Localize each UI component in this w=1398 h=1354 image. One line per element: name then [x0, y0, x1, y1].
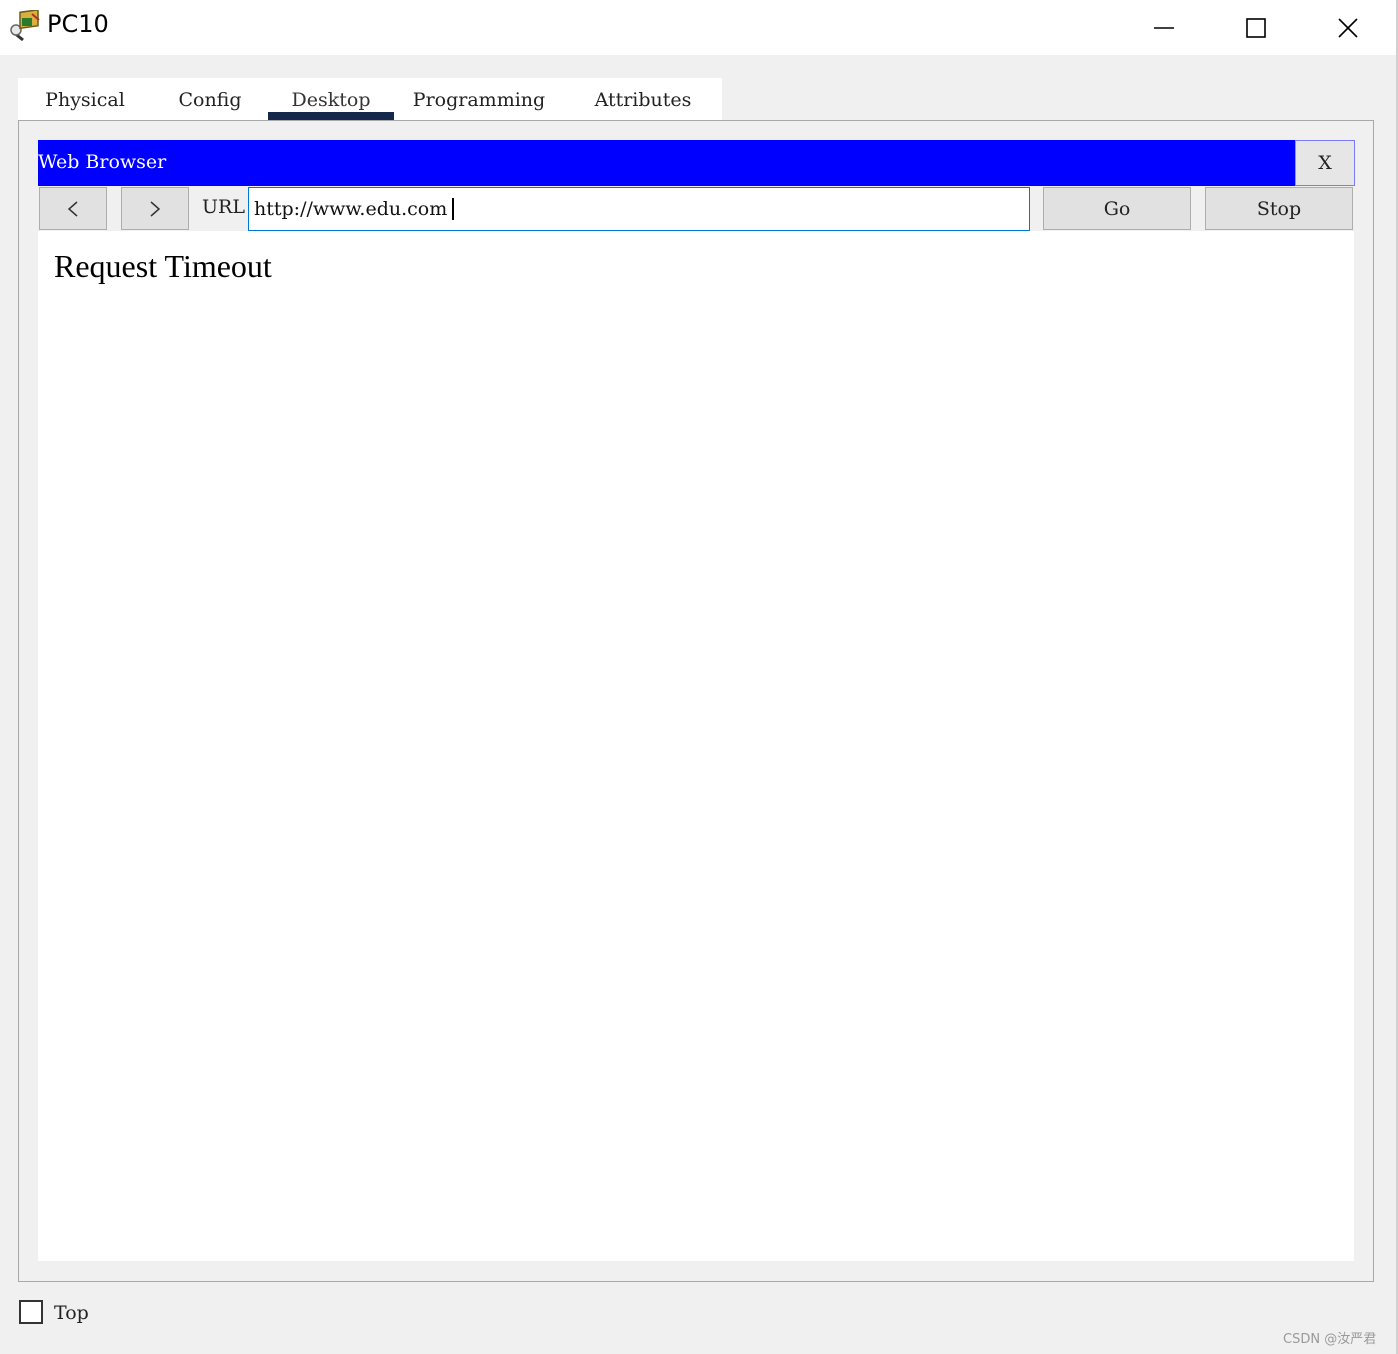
minimize-button[interactable] [1118, 0, 1210, 55]
close-window-button[interactable] [1302, 0, 1394, 55]
tab-desktop[interactable]: Desktop [268, 78, 394, 120]
web-browser-titlebar: Web Browser [38, 140, 1296, 186]
chevron-left-icon [67, 200, 78, 217]
tab-attributes[interactable]: Attributes [564, 78, 722, 120]
tab-config[interactable]: Config [152, 78, 268, 120]
watermark: CSDN @汝严君 [1283, 1332, 1377, 1347]
stop-button[interactable]: Stop [1205, 187, 1353, 230]
browser-close-button[interactable]: X [1295, 140, 1355, 186]
browser-content-area: Request Timeout [38, 231, 1354, 1261]
chevron-right-icon [150, 200, 161, 217]
web-browser-title: Web Browser [38, 151, 167, 173]
tab-strip: Physical Config Desktop Programming Attr… [18, 78, 722, 120]
top-checkbox-label: Top [54, 1302, 89, 1324]
page-message: Request Timeout [54, 248, 272, 284]
go-button[interactable]: Go [1043, 187, 1191, 230]
url-label: URL [202, 196, 245, 218]
window-title: PC10 [47, 10, 109, 38]
url-input[interactable] [248, 187, 1030, 231]
tab-physical[interactable]: Physical [18, 78, 152, 120]
tab-programming[interactable]: Programming [394, 78, 564, 120]
maximize-button[interactable] [1210, 0, 1302, 55]
window-titlebar: PC10 [0, 0, 1398, 55]
maximize-icon [1246, 17, 1266, 38]
minimize-icon [1154, 26, 1174, 29]
back-button[interactable] [39, 187, 107, 230]
text-caret [452, 198, 454, 220]
packet-tracer-pc-icon [8, 8, 42, 44]
top-checkbox[interactable] [19, 1300, 43, 1324]
close-icon [1338, 17, 1358, 38]
forward-button[interactable] [121, 187, 189, 230]
